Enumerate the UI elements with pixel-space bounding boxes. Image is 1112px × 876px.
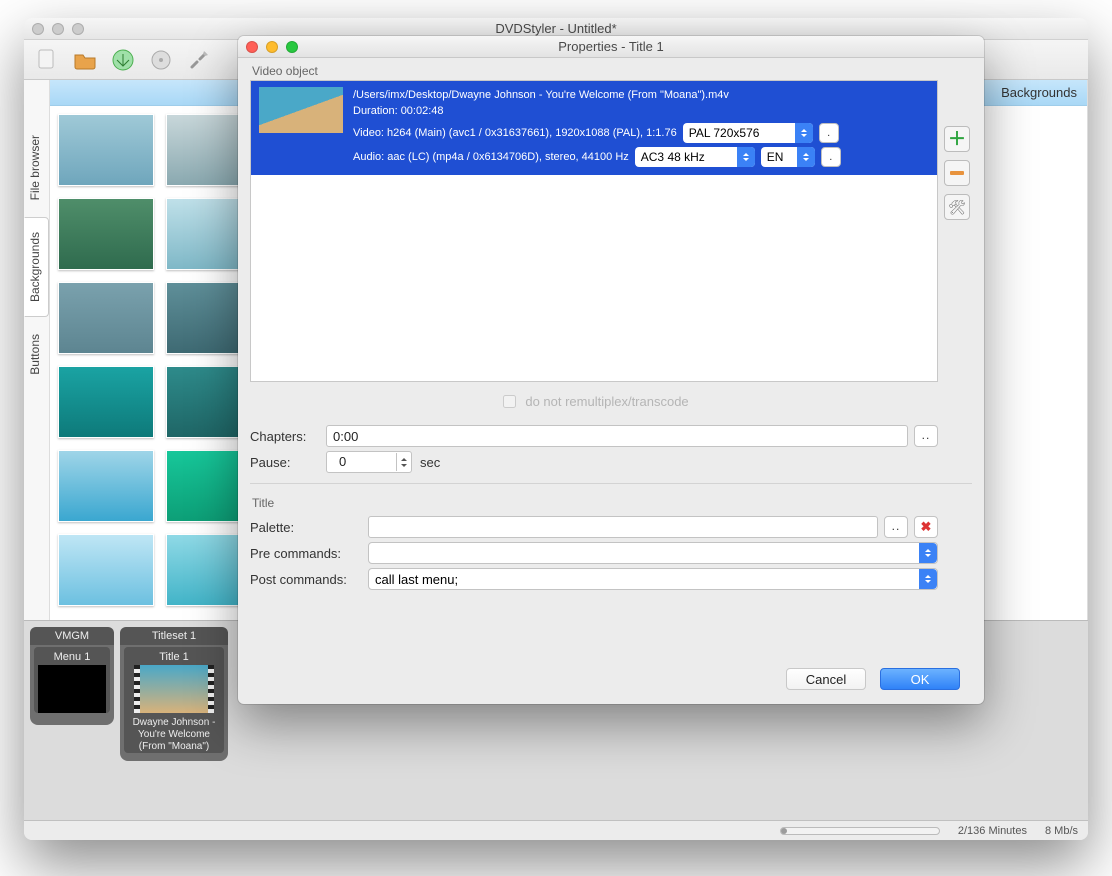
video-format-value: PAL 720x576 [689,126,760,140]
timeline-titleset-group[interactable]: Titleset 1 Title 1 Dwayne Johnson - You'… [120,627,228,761]
properties-dialog: Properties - Title 1 Video object /Users… [238,36,984,704]
add-video-button[interactable]: ＋ [944,126,970,152]
palette-browse-button[interactable]: .. [884,516,908,538]
wrench-icon: 🛠 [948,199,966,216]
spin-up-icon[interactable] [396,453,410,462]
dialog-buttons: Cancel OK [786,668,960,690]
video-duration: Duration: 00:02:48 [353,103,929,119]
status-minutes: 2/136 Minutes [958,825,1027,837]
timeline-vmgm-label: VMGM [30,627,114,645]
timeline-title-thumb[interactable] [140,665,208,713]
pause-spinner[interactable]: 0 [326,451,412,473]
pause-value: 0 [333,454,346,469]
chapters-input[interactable] [326,425,908,447]
main-traffic-lights[interactable] [32,23,84,35]
tab-backgrounds[interactable]: Backgrounds [24,217,49,317]
tab-buttons[interactable]: Buttons [24,319,49,390]
video-options-button[interactable]: . [819,123,839,143]
timeline-title-caption: Dwayne Johnson - You're Welcome (From "M… [124,717,224,753]
video-thumb [259,87,343,133]
toolbar-open-button[interactable] [68,43,102,77]
traffic-max-icon[interactable] [72,23,84,35]
side-tabs: File browser Backgrounds Buttons [24,80,50,620]
plus-icon: ＋ [948,130,966,148]
dialog-titlebar: Properties - Title 1 [238,36,984,58]
status-progress [780,827,940,835]
post-commands-input[interactable] [369,569,917,589]
video-object-label: Video object [238,58,984,80]
audio-options-button[interactable]: . [821,147,841,167]
chevron-down-icon[interactable] [919,569,937,589]
title-group-label: Title [250,490,938,512]
audio-lang-value: EN [767,150,784,164]
dialog-close-icon[interactable] [246,41,258,53]
pause-label: Pause: [250,455,326,470]
traffic-min-icon[interactable] [52,23,64,35]
minus-icon [950,171,964,175]
timeline-vmgm-group[interactable]: VMGM Menu 1 [30,627,114,725]
background-thumb[interactable] [58,534,154,606]
palette-clear-button[interactable]: ✖ [914,516,938,538]
x-icon: ✖ [921,519,932,535]
video-object-list[interactable]: /Users/imx/Desktop/Dwayne Johnson - You'… [250,80,938,382]
audio-format-value: AC3 48 kHz [641,150,705,164]
status-bitrate: 8 Mb/s [1045,825,1078,837]
audio-stream-info: Audio: aac (LC) (mp4a / 0x6134706D), ste… [353,149,629,165]
no-remux-row[interactable]: do not remultiplex/transcode [250,388,938,421]
timeline-titleset-label: Titleset 1 [120,627,228,645]
palette-label: Palette: [250,520,368,535]
background-thumb[interactable] [58,366,154,438]
video-path: /Users/imx/Desktop/Dwayne Johnson - You'… [353,87,929,103]
audio-format-select[interactable]: AC3 48 kHz [635,147,755,167]
video-format-select[interactable]: PAL 720x576 [683,123,813,143]
pre-commands-combo[interactable] [368,542,938,564]
tab-file-browser[interactable]: File browser [24,120,49,215]
video-properties-button[interactable]: 🛠 [944,194,970,220]
background-thumb[interactable] [58,114,154,186]
toolbar-settings-button[interactable] [182,43,216,77]
timeline-menu-label: Menu 1 [34,651,110,663]
video-meta: /Users/imx/Desktop/Dwayne Johnson - You'… [353,87,929,167]
spin-down-icon[interactable] [396,462,410,471]
pre-commands-label: Pre commands: [250,546,368,561]
dialog-max-icon[interactable] [286,41,298,53]
timeline-title-label: Title 1 [124,651,224,663]
pause-unit: sec [420,455,440,470]
main-window-title: DVDStyler - Untitled* [495,21,616,36]
palette-input[interactable] [368,516,878,538]
chevron-down-icon[interactable] [919,543,937,563]
status-bar: 2/136 Minutes 8 Mb/s [24,820,1088,840]
dialog-min-icon[interactable] [266,41,278,53]
toolbar-save-button[interactable] [106,43,140,77]
remove-video-button[interactable] [944,160,970,186]
background-thumb[interactable] [58,450,154,522]
video-stream-info: Video: h264 (Main) (avc1 / 0x31637661), … [353,125,677,141]
background-thumb[interactable] [58,282,154,354]
post-commands-combo[interactable] [368,568,938,590]
timeline-menu-thumb[interactable] [38,665,106,713]
dialog-traffic-lights[interactable] [246,41,298,53]
no-remux-label: do not remultiplex/transcode [525,394,688,409]
traffic-close-icon[interactable] [32,23,44,35]
toolbar-new-button[interactable] [30,43,64,77]
post-commands-label: Post commands: [250,572,368,587]
audio-lang-select[interactable]: EN [761,147,815,167]
background-thumb[interactable] [58,198,154,270]
dialog-title: Properties - Title 1 [558,39,664,54]
video-side-buttons: ＋ 🛠 [944,126,970,220]
cancel-button[interactable]: Cancel [786,668,866,690]
ok-button[interactable]: OK [880,668,960,690]
pre-commands-input[interactable] [369,543,917,563]
chapters-label: Chapters: [250,429,326,444]
no-remux-checkbox[interactable] [503,395,516,408]
toolbar-burn-button[interactable] [144,43,178,77]
chapters-browse-button[interactable]: .. [914,425,938,447]
video-object-row[interactable]: /Users/imx/Desktop/Dwayne Johnson - You'… [251,81,937,175]
